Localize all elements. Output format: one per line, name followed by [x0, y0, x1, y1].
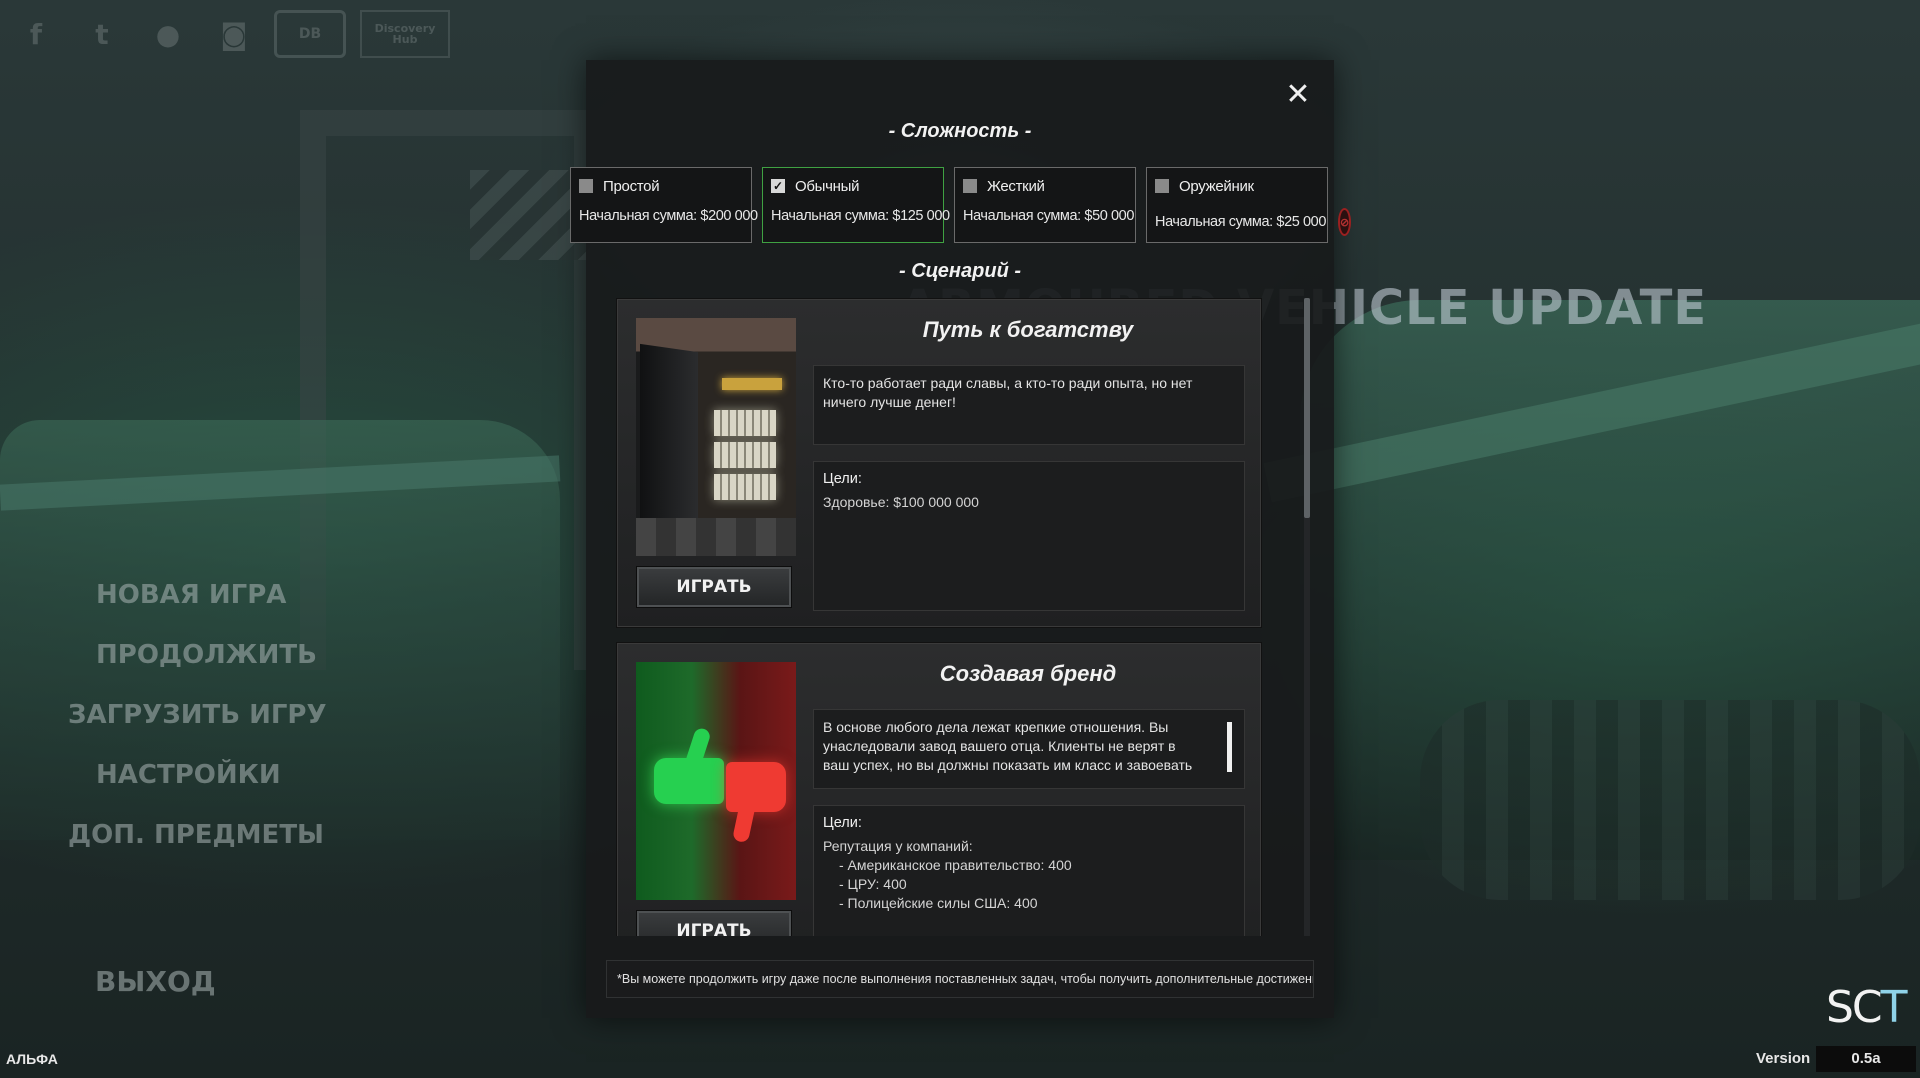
- version-label: Version: [1756, 1050, 1811, 1067]
- difficulty-name: Простой: [603, 177, 660, 195]
- vault-image: [636, 318, 796, 556]
- scenario-name: Путь к богатству: [922, 317, 1134, 342]
- sct-logo: SCT: [1826, 982, 1908, 1033]
- difficulty-amount: Начальная сумма: $200 000: [579, 208, 758, 224]
- goal-subitem: - Полицейские силы США: 400: [839, 895, 1038, 911]
- goal-subitem: - Американское правительство: 400: [839, 857, 1072, 873]
- scenario-title: - Сценарий -: [898, 260, 1021, 282]
- vault-shelf-shape: [714, 474, 776, 500]
- scenario-description: В основе любого дела лежат крепкие отнош…: [813, 709, 1245, 789]
- play-button[interactable]: ИГРАТЬ: [636, 910, 792, 936]
- difficulty-name: Жесткий: [987, 177, 1045, 195]
- difficulty-easy[interactable]: Простой Начальная сумма: $200 000: [570, 167, 758, 243]
- footnote: *Вы можете продолжить игру даже после вы…: [606, 960, 1314, 998]
- description-scrollbar[interactable]: [1227, 722, 1232, 772]
- thumbs-down-shape: [726, 762, 786, 812]
- menu-new-game[interactable]: НОВАЯ ИГРА: [96, 565, 327, 625]
- checkbox-icon[interactable]: [963, 179, 977, 193]
- background-tank-track: [1420, 700, 1920, 900]
- difficulty-name: Обычный: [795, 177, 860, 195]
- menu-load-game[interactable]: ЗАГРУЗИТЬ ИГРУ: [68, 685, 327, 745]
- menu-settings[interactable]: НАСТРОЙКИ: [96, 745, 327, 805]
- difficulty-amount: Начальная сумма: $125 000: [771, 208, 950, 224]
- vault-shelf-shape: [714, 410, 776, 436]
- play-button[interactable]: ИГРАТЬ: [636, 566, 792, 608]
- difficulty-amount: Начальная сумма: $50 000: [963, 208, 1135, 224]
- thumbs-image: [636, 662, 796, 900]
- scenario-goals: Цели: Репутация у компаний: - Американск…: [813, 805, 1245, 936]
- scenario-scrollbar[interactable]: [1304, 298, 1310, 936]
- difficulty-gunsmith[interactable]: Оружейник Начальная сумма: $25 000 ⊘: [1146, 167, 1352, 243]
- scenario-card: ИГРАТЬ Путь к богатству Кто-то работает …: [616, 298, 1262, 628]
- difficulty-amount: Начальная сумма: $25 000: [1155, 214, 1327, 230]
- difficulty-name: Оружейник: [1179, 177, 1254, 195]
- discovery-hub-icon[interactable]: Discovery Hub: [360, 10, 450, 58]
- scenario-list[interactable]: ИГРАТЬ Путь к богатству Кто-то работает …: [616, 298, 1262, 936]
- goal-subitem: - ЦРУ: 400: [839, 876, 907, 892]
- alpha-label: АЛЬФА: [6, 1051, 58, 1067]
- vault-gold-shape: [722, 378, 782, 390]
- checkbox-checked-icon[interactable]: ✓: [771, 179, 785, 193]
- scenario-card: ИГРАТЬ Создавая бренд В основе любого де…: [616, 642, 1262, 936]
- vault-floor-shape: [636, 518, 796, 556]
- main-menu: НОВАЯ ИГРА ПРОДОЛЖИТЬ ЗАГРУЗИТЬ ИГРУ НАС…: [68, 565, 327, 865]
- description-text: В основе любого дела лежат крепкие отнош…: [823, 719, 1193, 773]
- difficulty-title: - Сложность -: [888, 120, 1032, 142]
- goals-label: Цели:: [823, 815, 862, 831]
- menu-continue[interactable]: ПРОДОЛЖИТЬ: [96, 625, 327, 685]
- twitter-icon[interactable]: t: [76, 10, 128, 58]
- indiedb-icon[interactable]: DB: [274, 10, 346, 58]
- facebook-icon[interactable]: f: [10, 10, 62, 58]
- goal-item: Репутация у компаний:: [823, 838, 973, 854]
- description-text: Кто-то работает ради славы, а кто-то рад…: [823, 375, 1193, 410]
- reddit-icon[interactable]: ●: [142, 10, 194, 58]
- goal-item: Здоровье: $100 000 000: [823, 494, 979, 510]
- difficulty-options: Простой Начальная сумма: $200 000 ✓ Обыч…: [570, 167, 1352, 243]
- difficulty-normal[interactable]: ✓ Обычный Начальная сумма: $125 000: [762, 167, 950, 243]
- close-icon[interactable]: ✕: [1283, 80, 1313, 110]
- version-value: 0.5a: [1816, 1046, 1916, 1072]
- checkbox-icon[interactable]: [1155, 179, 1169, 193]
- discord-icon[interactable]: ◙: [208, 10, 260, 58]
- scenario-description: Кто-то работает ради славы, а кто-то рад…: [813, 365, 1245, 445]
- social-links: f t ● ◙ DB Discovery Hub: [10, 10, 450, 58]
- goals-label: Цели:: [823, 471, 862, 487]
- scenario-goals: Цели: Здоровье: $100 000 000: [813, 461, 1245, 611]
- checkbox-icon[interactable]: [579, 179, 593, 193]
- menu-exit[interactable]: ВЫХОД: [95, 965, 216, 998]
- scrollbar-thumb[interactable]: [1304, 298, 1310, 518]
- vault-shelf-shape: [714, 442, 776, 468]
- menu-extra-items[interactable]: ДОП. ПРЕДМЕТЫ: [68, 805, 327, 865]
- difficulty-hard[interactable]: Жесткий Начальная сумма: $50 000: [954, 167, 1136, 243]
- scenario-name: Создавая бренд: [939, 661, 1117, 686]
